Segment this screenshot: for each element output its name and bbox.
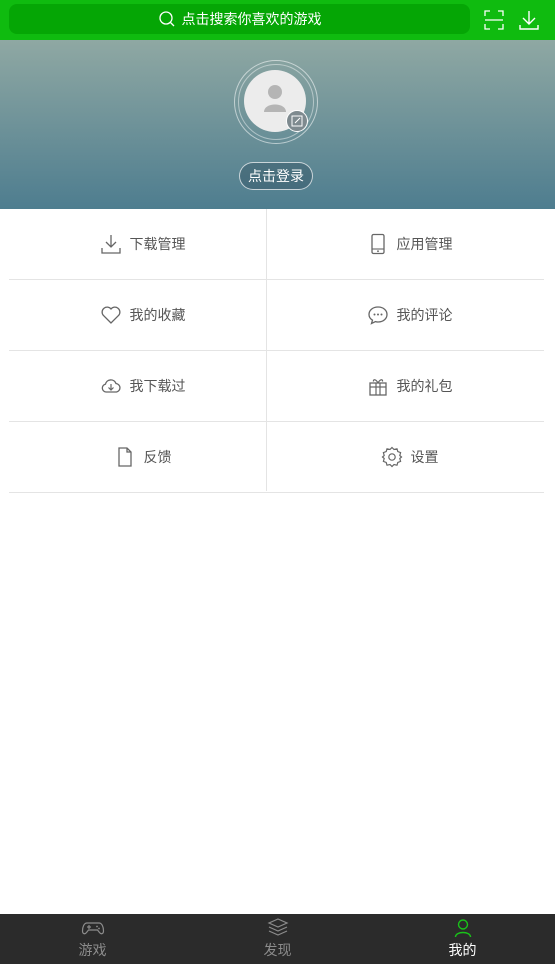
tab-discover[interactable]: 发现 xyxy=(185,914,370,964)
login-button[interactable]: 点击登录 xyxy=(239,162,313,190)
gamepad-icon xyxy=(81,922,104,935)
download-icon xyxy=(100,235,121,254)
menu-item-label: 我的评论 xyxy=(396,308,453,324)
menu-item-label: 设置 xyxy=(410,450,439,466)
menu-item-label: 我的收藏 xyxy=(129,308,186,324)
gear-icon xyxy=(381,446,402,468)
scan-icon[interactable] xyxy=(482,8,506,32)
search-placeholder: 点击搜索你喜欢的游戏 xyxy=(181,12,322,28)
search-icon xyxy=(158,11,174,27)
menu-item-label: 反馈 xyxy=(143,450,172,466)
download-icon[interactable] xyxy=(517,8,541,32)
menu-item-my-gifts[interactable]: 我的礼包 xyxy=(276,351,543,421)
menu-item-feedback[interactable]: 反馈 xyxy=(9,422,276,492)
menu-row: 反馈 设置 xyxy=(9,422,544,493)
menu-item-label: 应用管理 xyxy=(396,237,453,253)
bottom-tab-bar: 游戏 发现 我的 xyxy=(0,914,555,964)
avatar[interactable] xyxy=(234,60,318,144)
menu-item-label: 下载管理 xyxy=(129,237,186,253)
profile-header: 点击登录 xyxy=(0,40,555,209)
tab-label: 发现 xyxy=(263,943,292,959)
gift-icon xyxy=(368,379,387,396)
document-icon xyxy=(117,447,132,467)
tab-games[interactable]: 游戏 xyxy=(0,914,185,964)
menu-item-label: 我的礼包 xyxy=(396,379,453,395)
menu-item-my-comments[interactable]: 我的评论 xyxy=(276,280,543,350)
person-icon xyxy=(454,919,471,938)
menu-item-settings[interactable]: 设置 xyxy=(276,422,543,492)
top-bar: 点击搜索你喜欢的游戏 xyxy=(0,0,555,40)
search-input[interactable]: 点击搜索你喜欢的游戏 xyxy=(9,4,470,34)
menu-row: 下载管理 应用管理 xyxy=(9,209,544,280)
menu-item-download-manager[interactable]: 下载管理 xyxy=(9,209,276,279)
menu-item-favorites[interactable]: 我的收藏 xyxy=(9,280,276,350)
menu-grid: 下载管理 应用管理 我的收藏 我的评论 我下载过 我的礼包 反馈 设置 xyxy=(9,209,544,493)
cube-icon xyxy=(267,918,288,936)
menu-row: 我的收藏 我的评论 xyxy=(9,280,544,351)
tab-label: 我的 xyxy=(448,943,477,959)
cloud-download-icon xyxy=(101,379,121,393)
menu-item-download-history[interactable]: 我下载过 xyxy=(9,351,276,421)
comment-icon xyxy=(367,306,388,325)
menu-row: 我下载过 我的礼包 xyxy=(9,351,544,422)
grid-divider xyxy=(266,209,267,491)
tab-label: 游戏 xyxy=(78,943,107,959)
heart-icon xyxy=(100,306,121,324)
menu-item-label: 我下载过 xyxy=(129,379,186,395)
tab-mine[interactable]: 我的 xyxy=(370,914,555,964)
menu-item-app-manager[interactable]: 应用管理 xyxy=(276,209,543,279)
edit-icon[interactable] xyxy=(286,110,308,132)
phone-icon xyxy=(370,233,385,255)
